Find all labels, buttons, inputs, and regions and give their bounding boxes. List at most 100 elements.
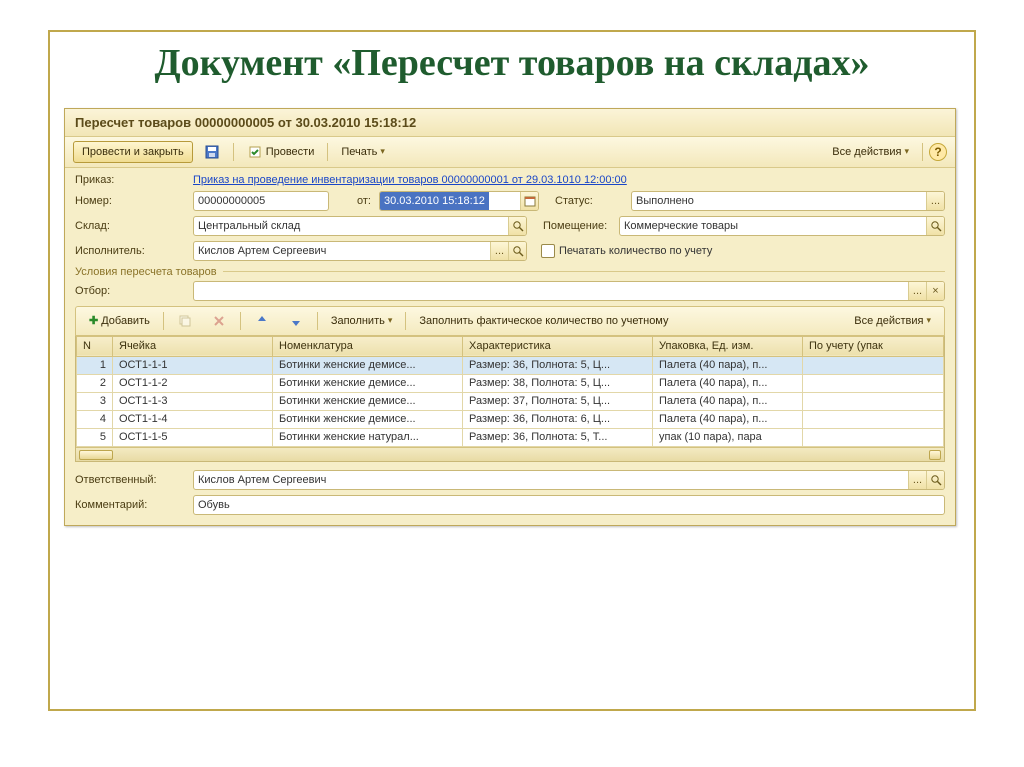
responsible-select-icon[interactable]: ... bbox=[908, 471, 926, 489]
status-label: Статус: bbox=[555, 195, 625, 207]
col-nomenclature[interactable]: Номенклатура bbox=[273, 336, 463, 356]
order-link[interactable]: Приказ на проведение инвентаризации това… bbox=[193, 174, 627, 186]
all-actions-button[interactable]: Все действия bbox=[825, 141, 916, 163]
move-up-button[interactable] bbox=[247, 310, 277, 332]
cell-nomen: Ботинки женские натурал... bbox=[273, 428, 463, 446]
number-input[interactable] bbox=[194, 192, 329, 210]
comment-input[interactable] bbox=[194, 496, 944, 514]
add-row-button[interactable]: ✚ Добавить bbox=[82, 310, 157, 332]
cell-n: 4 bbox=[77, 410, 113, 428]
filter-clear-icon[interactable]: × bbox=[926, 282, 944, 300]
cell-char: Размер: 36, Полнота: 5, Т... bbox=[463, 428, 653, 446]
cell-cell: ОСТ1-1-1 bbox=[113, 356, 273, 374]
status-input[interactable] bbox=[632, 192, 926, 210]
window-title: Пересчет товаров 00000000005 от 30.03.20… bbox=[65, 109, 955, 137]
responsible-input[interactable] bbox=[194, 471, 908, 489]
cell-pack: Палета (40 пара), п... bbox=[653, 392, 803, 410]
checkbox-icon bbox=[541, 244, 555, 258]
date-value: 30.03.2010 15:18:12 bbox=[380, 192, 489, 210]
cell-pack: Палета (40 пара), п... bbox=[653, 356, 803, 374]
performer-search-icon[interactable] bbox=[508, 242, 526, 260]
table-row[interactable]: 3ОСТ1-1-3Ботинки женские демисе...Размер… bbox=[77, 392, 944, 410]
copy-row-button[interactable] bbox=[170, 310, 200, 332]
comment-label: Комментарий: bbox=[75, 499, 187, 511]
fill-label: Заполнить bbox=[331, 315, 385, 327]
plus-icon: ✚ bbox=[89, 314, 98, 327]
col-accounted[interactable]: По учету (упак bbox=[803, 336, 944, 356]
warehouse-input[interactable] bbox=[194, 217, 508, 235]
responsible-search-icon[interactable] bbox=[926, 471, 944, 489]
submit-and-close-button[interactable]: Провести и закрыть bbox=[73, 141, 193, 163]
date-calendar-icon[interactable] bbox=[520, 192, 538, 210]
cell-acc bbox=[803, 356, 944, 374]
performer-label: Исполнитель: bbox=[75, 245, 187, 257]
status-field[interactable]: ... bbox=[631, 191, 945, 211]
responsible-field[interactable]: ... bbox=[193, 470, 945, 490]
table-row[interactable]: 2ОСТ1-1-2Ботинки женские демисе...Размер… bbox=[77, 374, 944, 392]
conditions-header: Условия пересчета товаров bbox=[75, 266, 945, 278]
number-field[interactable] bbox=[193, 191, 329, 211]
warehouse-search-icon[interactable] bbox=[508, 217, 526, 235]
table-row[interactable]: 1ОСТ1-1-1Ботинки женские демисе...Размер… bbox=[77, 356, 944, 374]
room-label: Помещение: bbox=[543, 220, 613, 232]
cell-nomen: Ботинки женские демисе... bbox=[273, 410, 463, 428]
performer-field[interactable]: ... bbox=[193, 241, 527, 261]
col-n[interactable]: N bbox=[77, 336, 113, 356]
slide-title: Документ «Пересчет товаров на складах» bbox=[72, 42, 952, 86]
performer-input[interactable] bbox=[194, 242, 490, 260]
room-input[interactable] bbox=[620, 217, 926, 235]
cell-nomen: Ботинки женские демисе... bbox=[273, 392, 463, 410]
table-row[interactable]: 5ОСТ1-1-5Ботинки женские натурал...Разме… bbox=[77, 428, 944, 446]
arrow-up-icon bbox=[254, 313, 270, 329]
delete-icon bbox=[211, 313, 227, 329]
delete-row-button[interactable] bbox=[204, 310, 234, 332]
fill-button[interactable]: Заполнить bbox=[324, 310, 400, 332]
order-label: Приказ: bbox=[75, 174, 187, 186]
save-button[interactable] bbox=[197, 141, 227, 163]
cell-char: Размер: 36, Полнота: 5, Ц... bbox=[463, 356, 653, 374]
help-icon[interactable]: ? bbox=[929, 143, 947, 161]
table-row[interactable]: 4ОСТ1-1-4Ботинки женские демисе...Размер… bbox=[77, 410, 944, 428]
col-characteristic[interactable]: Характеристика bbox=[463, 336, 653, 356]
warehouse-field[interactable] bbox=[193, 216, 527, 236]
cell-n: 5 bbox=[77, 428, 113, 446]
date-field[interactable]: 30.03.2010 15:18:12 bbox=[379, 191, 539, 211]
cell-cell: ОСТ1-1-5 bbox=[113, 428, 273, 446]
col-packaging[interactable]: Упаковка, Ед. изм. bbox=[653, 336, 803, 356]
filter-select-icon[interactable]: ... bbox=[908, 282, 926, 300]
cell-n: 3 bbox=[77, 392, 113, 410]
arrow-down-icon bbox=[288, 313, 304, 329]
app-window: Пересчет товаров 00000000005 от 30.03.20… bbox=[64, 108, 956, 526]
cell-acc bbox=[803, 410, 944, 428]
filter-field[interactable]: ... × bbox=[193, 281, 945, 301]
room-field[interactable] bbox=[619, 216, 945, 236]
cell-acc bbox=[803, 428, 944, 446]
submit-button[interactable]: Провести bbox=[240, 141, 322, 163]
floppy-icon bbox=[204, 144, 220, 160]
from-label: от: bbox=[345, 195, 373, 207]
col-cell[interactable]: Ячейка bbox=[113, 336, 273, 356]
move-down-button[interactable] bbox=[281, 310, 311, 332]
print-qty-checkbox[interactable]: Печатать количество по учету bbox=[541, 244, 712, 258]
cell-pack: Палета (40 пара), п... bbox=[653, 374, 803, 392]
items-table: N Ячейка Номенклатура Характеристика Упа… bbox=[75, 336, 945, 462]
filter-label: Отбор: bbox=[75, 285, 187, 297]
room-search-icon[interactable] bbox=[926, 217, 944, 235]
cell-pack: упак (10 пара), пара bbox=[653, 428, 803, 446]
cell-cell: ОСТ1-1-4 bbox=[113, 410, 273, 428]
print-button[interactable]: Печать bbox=[334, 141, 392, 163]
main-toolbar: Провести и закрыть Провести Печать Все д… bbox=[65, 137, 955, 168]
comment-field[interactable] bbox=[193, 495, 945, 515]
table-header-row: N Ячейка Номенклатура Характеристика Упа… bbox=[77, 336, 944, 356]
table-all-actions-button[interactable]: Все действия bbox=[847, 310, 938, 332]
cell-char: Размер: 36, Полнота: 6, Ц... bbox=[463, 410, 653, 428]
horizontal-scrollbar[interactable] bbox=[76, 447, 944, 461]
responsible-label: Ответственный: bbox=[75, 474, 187, 486]
status-select-icon[interactable]: ... bbox=[926, 192, 944, 210]
print-label: Печать bbox=[341, 146, 377, 158]
print-qty-label: Печатать количество по учету bbox=[559, 245, 712, 257]
fill-actual-button[interactable]: Заполнить фактическое количество по учет… bbox=[412, 310, 675, 332]
performer-select-icon[interactable]: ... bbox=[490, 242, 508, 260]
cell-acc bbox=[803, 392, 944, 410]
filter-input[interactable] bbox=[194, 282, 908, 300]
